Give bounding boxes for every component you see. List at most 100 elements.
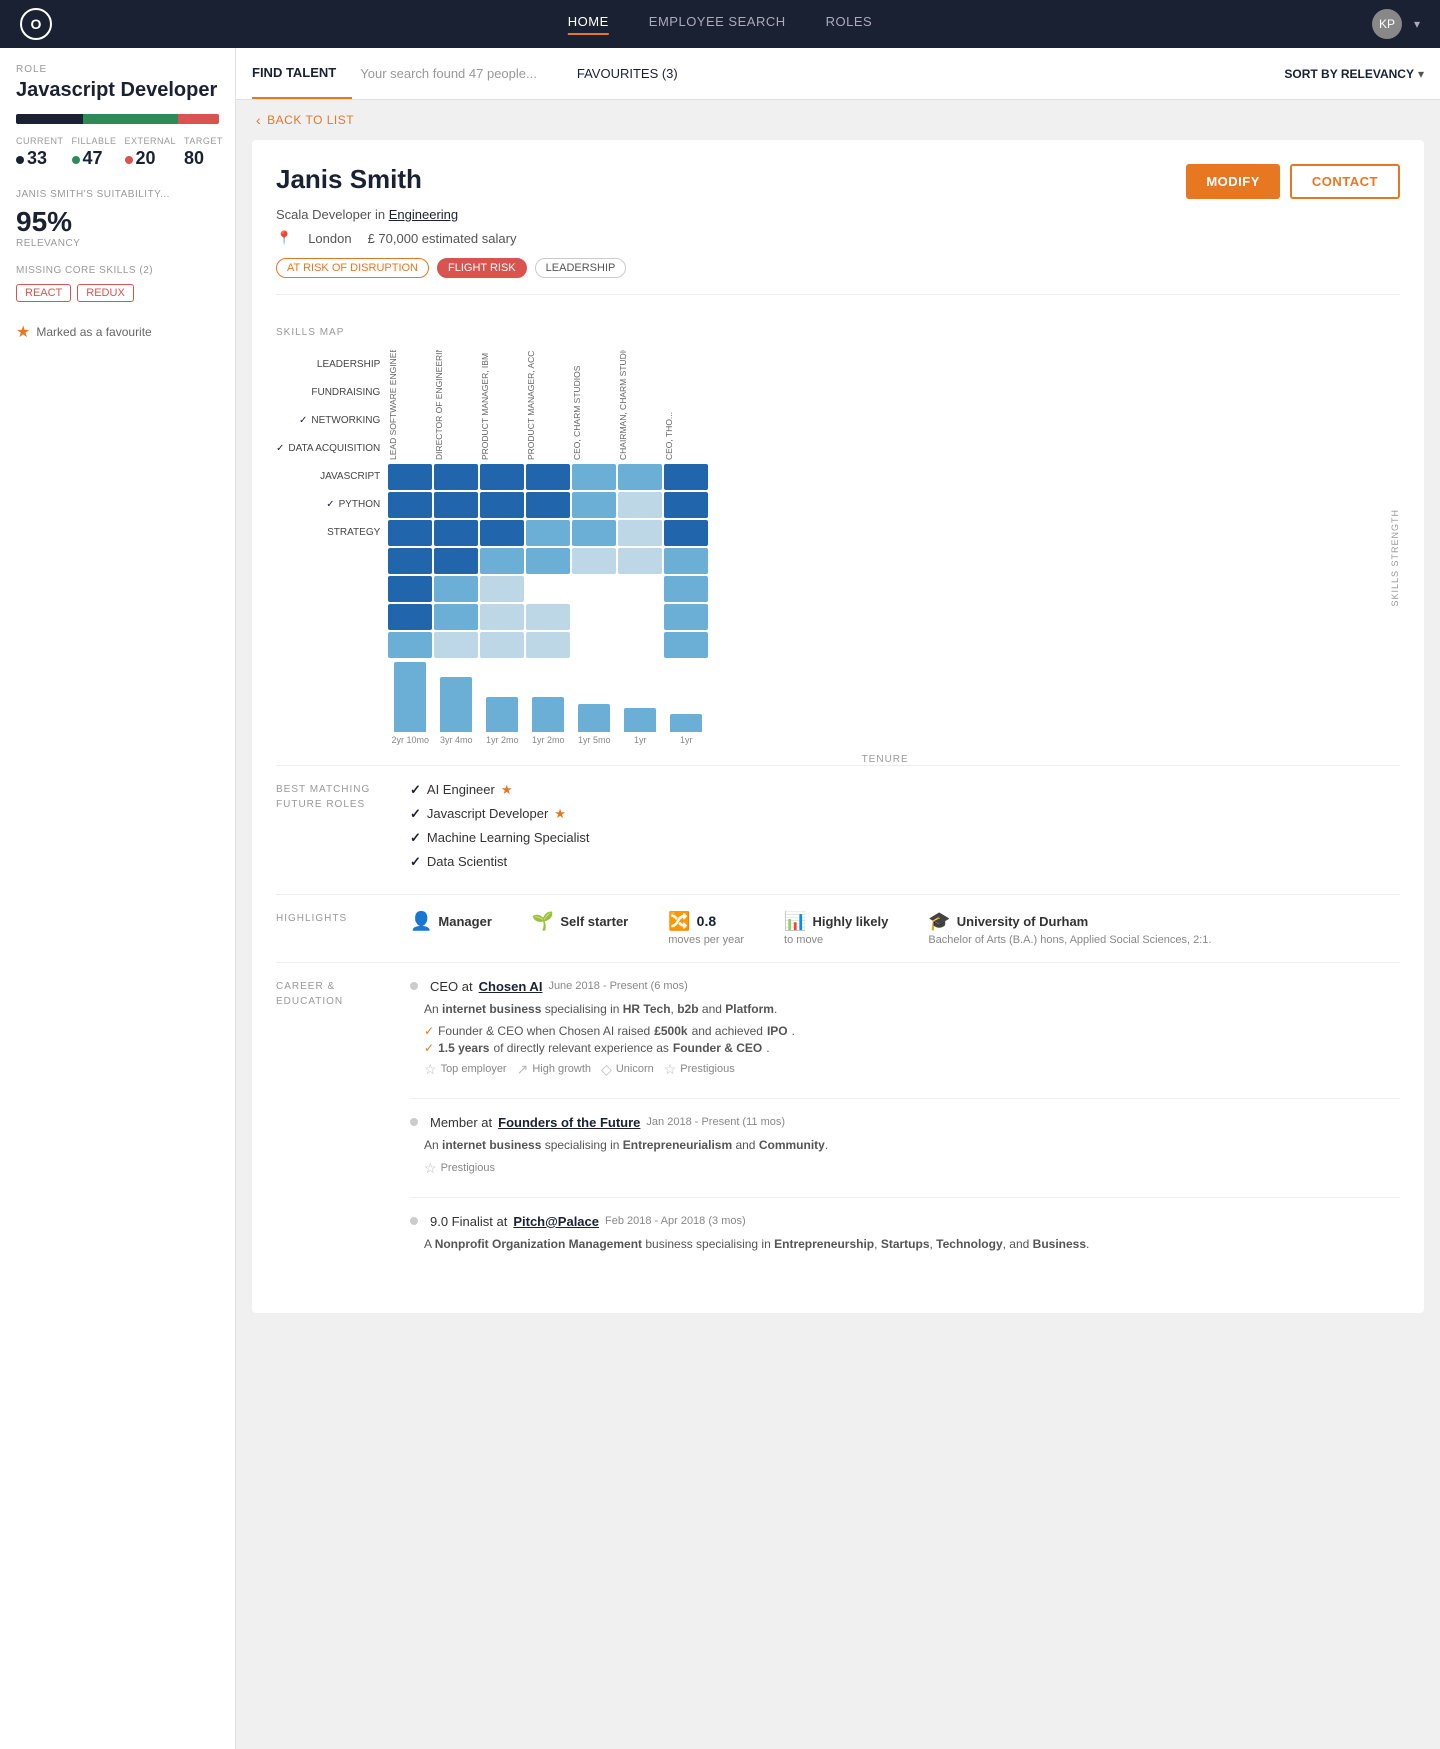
heatmap-row xyxy=(388,604,1382,630)
highlight-edu-row: 🎓 University of Durham xyxy=(928,911,1211,932)
profile-salary: £ 70,000 estimated salary xyxy=(368,231,517,246)
profile-meta: 📍 London £ 70,000 estimated salary xyxy=(276,230,1400,246)
progress-bar xyxy=(16,114,219,124)
user-avatar[interactable]: KP xyxy=(1372,9,1402,39)
heatmap-cell xyxy=(388,492,432,518)
user-menu-chevron[interactable]: ▾ xyxy=(1414,17,1420,31)
role-star-icon: ★ xyxy=(501,782,513,798)
tenure-bar xyxy=(578,704,610,732)
heatmap-row xyxy=(388,632,1382,658)
badge-prestigious: ☆ Prestigious xyxy=(664,1061,735,1078)
highlight-self-starter-row: 🌱 Self starter xyxy=(532,911,628,932)
modify-button[interactable]: MODIFY xyxy=(1186,164,1280,199)
sidebar: ROLE Javascript Developer CURRENT 33 FIL… xyxy=(0,48,236,1749)
role-js-developer: ✓ Javascript Developer ★ xyxy=(410,806,1400,822)
skill-label-networking: ✓ NETWORKING xyxy=(276,406,380,434)
badge-prestigious-2: ☆ Prestigious xyxy=(424,1160,495,1177)
heatmap-cell xyxy=(526,492,570,518)
heatmap-cell xyxy=(618,576,662,602)
tenure-bar xyxy=(532,697,564,732)
manager-icon: 👤 xyxy=(410,911,432,932)
highlight-manager-row: 👤 Manager xyxy=(410,911,492,932)
tag-leadership: LEADERSHIP xyxy=(535,258,627,278)
self-starter-icon: 🌱 xyxy=(532,911,554,932)
back-chevron-icon: ‹ xyxy=(256,112,261,128)
career-company-link-2[interactable]: Founders of the Future xyxy=(498,1115,640,1130)
tenure-bar-item: 1yr 2mo xyxy=(526,697,570,746)
heatmap-cell xyxy=(526,520,570,546)
contact-button[interactable]: CONTACT xyxy=(1290,164,1400,199)
nav-roles[interactable]: ROLES xyxy=(826,14,873,35)
highlight-move-row: 📊 Highly likely xyxy=(784,911,888,932)
career-badges-1: ☆ Top employer ↗ High growth ◇ Unicorn ☆… xyxy=(424,1061,1400,1078)
tenure-bar-item: 1yr xyxy=(618,708,662,746)
stat-fillable: FILLABLE 47 xyxy=(72,136,117,169)
career-desc-3: A Nonprofit Organization Management busi… xyxy=(424,1235,1400,1253)
skill-tag-react: REACT xyxy=(16,284,71,302)
career-label: CAREER & EDUCATION xyxy=(276,979,386,1273)
career-title-chosen-ai: CEO at Chosen AI June 2018 - Present (6 … xyxy=(410,979,1400,994)
favourites-tab[interactable]: FAVOURITES (3) xyxy=(561,48,694,99)
highlight-manager-title: Manager xyxy=(438,914,491,929)
heatmap-cell xyxy=(618,464,662,490)
tenure-label: 1yr 2mo xyxy=(532,735,565,746)
nav-home[interactable]: HOME xyxy=(568,14,609,35)
heatmap-cell xyxy=(664,492,708,518)
heatmap-cell xyxy=(664,604,708,630)
role-star-icon-2: ★ xyxy=(554,806,566,822)
heatmap-cell xyxy=(434,464,478,490)
tenure-label: 1yr xyxy=(680,735,693,746)
heatmap-cell xyxy=(618,492,662,518)
heatmap-row xyxy=(388,464,1382,490)
best-matching-label: BEST MATCHINGFUTURE ROLES xyxy=(276,782,386,878)
profile-location: London xyxy=(308,231,351,246)
check-icon-1a: ✓ xyxy=(424,1024,434,1038)
skill-label-data-acquisition: ✓ DATA ACQUISITION xyxy=(276,434,380,462)
career-title-pitch: 9.0 Finalist at Pitch@Palace Feb 2018 - … xyxy=(410,1214,1400,1229)
prestigious-icon: ☆ xyxy=(664,1061,677,1078)
heatmap-cell xyxy=(572,492,616,518)
heatmap-cell xyxy=(480,464,524,490)
find-talent-tab[interactable]: FIND TALENT xyxy=(252,48,352,99)
career-company-link-3[interactable]: Pitch@Palace xyxy=(513,1214,599,1229)
tenure-bar-item: 1yr 5mo xyxy=(572,704,616,746)
heatmap-cell xyxy=(664,464,708,490)
main-content: FIND TALENT Your search found 47 people.… xyxy=(236,48,1440,1749)
col-dir-eng: DIRECTOR OF ENGINEERING, IBM xyxy=(434,350,478,460)
heatmap-row xyxy=(388,576,1382,602)
nav-employee-search[interactable]: EMPLOYEE SEARCH xyxy=(649,14,786,35)
heatmap-cell xyxy=(618,520,662,546)
heatmap-cell xyxy=(618,548,662,574)
highlights-content: 👤 Manager 🌱 Self starter xyxy=(410,911,1400,946)
heatmap-cell xyxy=(664,548,708,574)
profile-subtitle: Scala Developer in Engineering xyxy=(276,207,1400,222)
location-icon: 📍 xyxy=(276,230,292,246)
highlight-moves-row: 🔀 0.8 xyxy=(668,911,744,932)
career-company-link-1[interactable]: Chosen AI xyxy=(479,979,543,994)
highlight-manager: 👤 Manager xyxy=(410,911,492,946)
tenure-bar-item: 1yr 2mo xyxy=(480,697,524,746)
back-to-list[interactable]: ‹ BACK TO LIST xyxy=(236,100,1440,140)
heatmap-cell xyxy=(388,604,432,630)
progress-external xyxy=(178,114,219,124)
role-data-scientist: ✓ Data Scientist xyxy=(410,854,1400,870)
sort-by[interactable]: SORT BY RELEVANCY ▾ xyxy=(1284,67,1424,81)
heatmap-cell xyxy=(526,576,570,602)
stat-current: CURRENT 33 xyxy=(16,136,64,169)
tenure-bar-item: 2yr 10mo xyxy=(388,662,432,746)
sort-chevron-icon: ▾ xyxy=(1418,67,1424,81)
move-icon: 📊 xyxy=(784,911,806,932)
col-lead-sw-eng: LEAD SOFTWARE ENGINEER, IBM xyxy=(388,350,432,460)
highlight-moves-sub: moves per year xyxy=(668,934,744,946)
role-title: Javascript Developer xyxy=(16,79,219,102)
heatmap-cell xyxy=(618,604,662,630)
skills-strength-label: SKILLS STRENGTH xyxy=(1390,509,1400,607)
career-badges-2: ☆ Prestigious xyxy=(424,1160,1400,1177)
heatmap-cell xyxy=(664,632,708,658)
tenure-label: 3yr 4mo xyxy=(440,735,473,746)
profile-department-link[interactable]: Engineering xyxy=(389,207,458,222)
highlight-self-starter-title: Self starter xyxy=(560,914,628,929)
col-chmn-charm: CHAIRMAN, CHARM STUDIOS xyxy=(618,350,662,460)
career-item-chosen-ai: CEO at Chosen AI June 2018 - Present (6 … xyxy=(410,979,1400,1078)
heatmap-cell xyxy=(618,632,662,658)
